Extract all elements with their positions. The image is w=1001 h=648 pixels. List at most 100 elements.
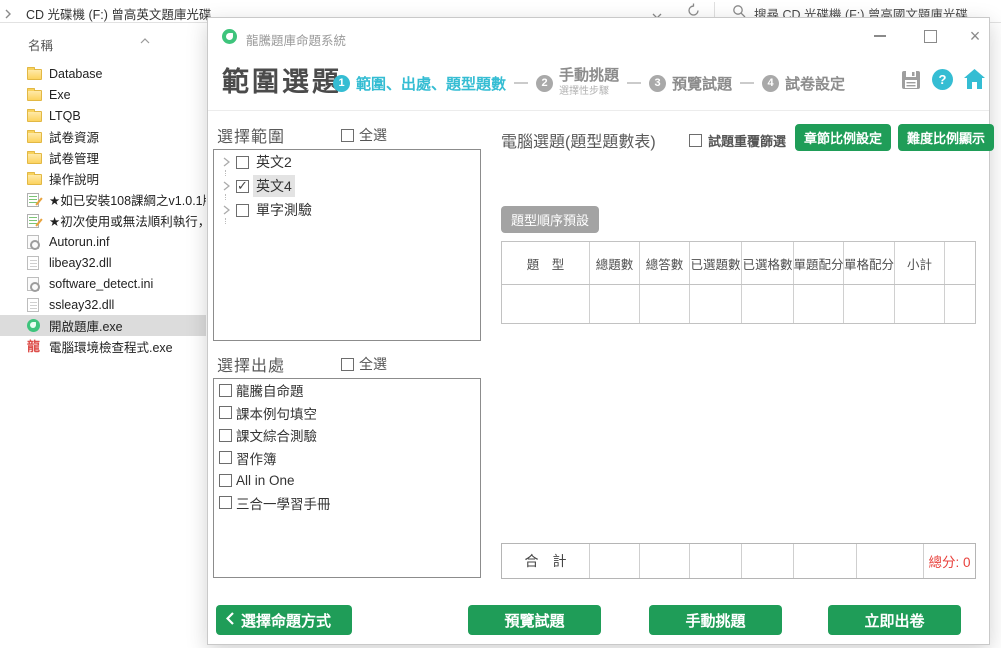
source-item[interactable]: 龍騰自命題 [214, 379, 480, 402]
tree-item-checkbox[interactable] [236, 204, 249, 217]
question-order-button[interactable]: 題型順序預設 [501, 206, 599, 233]
summary-cell [857, 544, 924, 578]
total-score-value: 0 [963, 555, 971, 570]
dll-file-icon [27, 298, 44, 312]
table-cell [844, 285, 895, 323]
source-item[interactable]: 課文綜合測驗 [214, 424, 480, 447]
file-row[interactable]: Autorun.inf [0, 231, 206, 252]
table-cell [640, 285, 690, 323]
duplicate-filter[interactable]: 試題重覆篩選 [689, 131, 786, 150]
file-row[interactable]: ★如已安裝108課綱之v1.0.1版 [0, 189, 206, 210]
table-cell [794, 285, 844, 323]
summary-cell [794, 544, 857, 578]
source-item[interactable]: 課本例句填空 [214, 402, 480, 425]
expand-chevron-icon[interactable] [219, 155, 233, 169]
step-1-range[interactable]: 1 範圍、出處、題型題數 [333, 73, 506, 94]
source-checkbox[interactable] [219, 451, 232, 464]
window-title: 龍騰題庫命題系統 [246, 30, 346, 49]
tree-item-selected[interactable]: 英文4 [214, 174, 480, 198]
file-row[interactable]: 龍電腦環境檢查程式.exe [0, 336, 206, 357]
file-row[interactable]: LTQB [0, 105, 206, 126]
help-icon[interactable]: ? [932, 69, 953, 90]
source-list: 龍騰自命題 課本例句填空 課文綜合測驗 習作簿 All in One 三合一學習… [213, 378, 481, 578]
expand-chevron-icon[interactable] [219, 179, 233, 193]
dragon-icon: 龍 [27, 340, 44, 353]
file-row-selected[interactable]: 開啟題庫.exe [0, 315, 206, 336]
table-cell [945, 285, 975, 323]
header-divider [208, 110, 989, 111]
folder-icon [27, 67, 44, 80]
source-section-title: 選擇出處 [217, 352, 285, 376]
notepad-icon [27, 214, 44, 228]
source-select-all-checkbox[interactable] [341, 358, 354, 371]
duplicate-filter-checkbox[interactable] [689, 134, 702, 147]
table-empty-row [502, 285, 975, 323]
source-select-all[interactable]: 全選 [341, 354, 387, 374]
summary-cell [640, 544, 690, 578]
summary-cell [590, 544, 640, 578]
file-row[interactable]: ★初次使用或無法順利執行，請 [0, 210, 206, 231]
table-cell [742, 285, 794, 323]
range-select-all-checkbox[interactable] [341, 129, 354, 142]
file-row[interactable]: software_detect.ini [0, 273, 206, 294]
table-header-row: 題 型 總題數 總答數 已選題數 已選格數 單題配分 單格配分 小計 [502, 242, 975, 285]
col-subtotal: 小計 [895, 242, 945, 284]
save-icon[interactable] [901, 70, 921, 95]
manual-pick-button[interactable]: 手動挑題 [649, 605, 782, 635]
step-2-sublabel: 選擇性步驟 [559, 84, 619, 99]
breadcrumb[interactable]: CD 光碟機 (F:) 曾高英文題庫光碟 [26, 4, 211, 23]
breadcrumb-chevron-icon[interactable] [4, 6, 12, 24]
app-logo-icon [222, 29, 237, 44]
source-checkbox[interactable] [219, 384, 232, 397]
tree-item-checkbox-checked[interactable] [236, 180, 249, 193]
step-3-preview[interactable]: 3 預覽試題 [649, 73, 732, 94]
col-extra [945, 242, 975, 284]
range-select-all[interactable]: 全選 [341, 125, 387, 145]
file-row[interactable]: Database [0, 63, 206, 84]
home-icon[interactable] [963, 68, 986, 95]
source-checkbox[interactable] [219, 406, 232, 419]
maximize-button[interactable] [920, 26, 940, 46]
name-column-header[interactable]: 名稱 [28, 35, 53, 54]
file-row[interactable]: Exe [0, 84, 206, 105]
difficulty-ratio-button[interactable]: 難度比例顯示 [898, 124, 994, 151]
expand-chevron-icon[interactable] [219, 203, 233, 217]
question-type-table: 題 型 總題數 總答數 已選題數 已選格數 單題配分 單格配分 小計 [501, 241, 976, 324]
file-row[interactable]: 試卷管理 [0, 147, 206, 168]
table-cell [502, 285, 590, 323]
col-question-type: 題 型 [502, 242, 590, 284]
step-1-number: 1 [333, 75, 350, 92]
source-checkbox[interactable] [219, 429, 232, 442]
summary-cell [742, 544, 794, 578]
step-4-paper-settings[interactable]: 4 試卷設定 [762, 73, 845, 94]
summary-row: 合 計 總分: 0 [501, 543, 976, 579]
generate-exam-button[interactable]: 立即出卷 [828, 605, 961, 635]
file-list-panel: 名稱 Database Exe LTQB 試卷資源 試卷管理 操作說明 ★如已安… [0, 23, 206, 648]
source-item[interactable]: 習作簿 [214, 447, 480, 470]
step-2-manual-pick[interactable]: 2 手動挑題 選擇性步驟 [536, 68, 619, 99]
step-3-number: 3 [649, 75, 666, 92]
preview-exam-button[interactable]: 預覽試題 [468, 605, 601, 635]
file-row[interactable]: libeay32.dll [0, 252, 206, 273]
chapter-ratio-button[interactable]: 章節比例設定 [795, 124, 891, 151]
source-checkbox[interactable] [219, 496, 232, 509]
summary-cell [690, 544, 742, 578]
col-points-per-blank: 單格配分 [844, 242, 895, 284]
config-file-icon [27, 277, 44, 291]
source-item[interactable]: 三合一學習手冊 [214, 492, 480, 515]
sort-ascending-icon[interactable] [140, 31, 150, 49]
back-to-method-button[interactable]: 選擇命題方式 [216, 605, 352, 635]
source-item[interactable]: All in One [214, 469, 480, 492]
source-checkbox[interactable] [219, 474, 232, 487]
range-tree: 英文2 英文4 單字測驗 [213, 149, 481, 341]
col-points-per-question: 單題配分 [794, 242, 844, 284]
minimize-button[interactable] [870, 26, 890, 46]
tree-item[interactable]: 單字測驗 [214, 198, 480, 222]
close-button[interactable]: × [965, 26, 985, 46]
tree-item[interactable]: 英文2 [214, 150, 480, 174]
file-row[interactable]: ssleay32.dll [0, 294, 206, 315]
tree-item-checkbox[interactable] [236, 156, 249, 169]
step-2-number: 2 [536, 75, 553, 92]
file-row[interactable]: 操作說明 [0, 168, 206, 189]
file-row[interactable]: 試卷資源 [0, 126, 206, 147]
